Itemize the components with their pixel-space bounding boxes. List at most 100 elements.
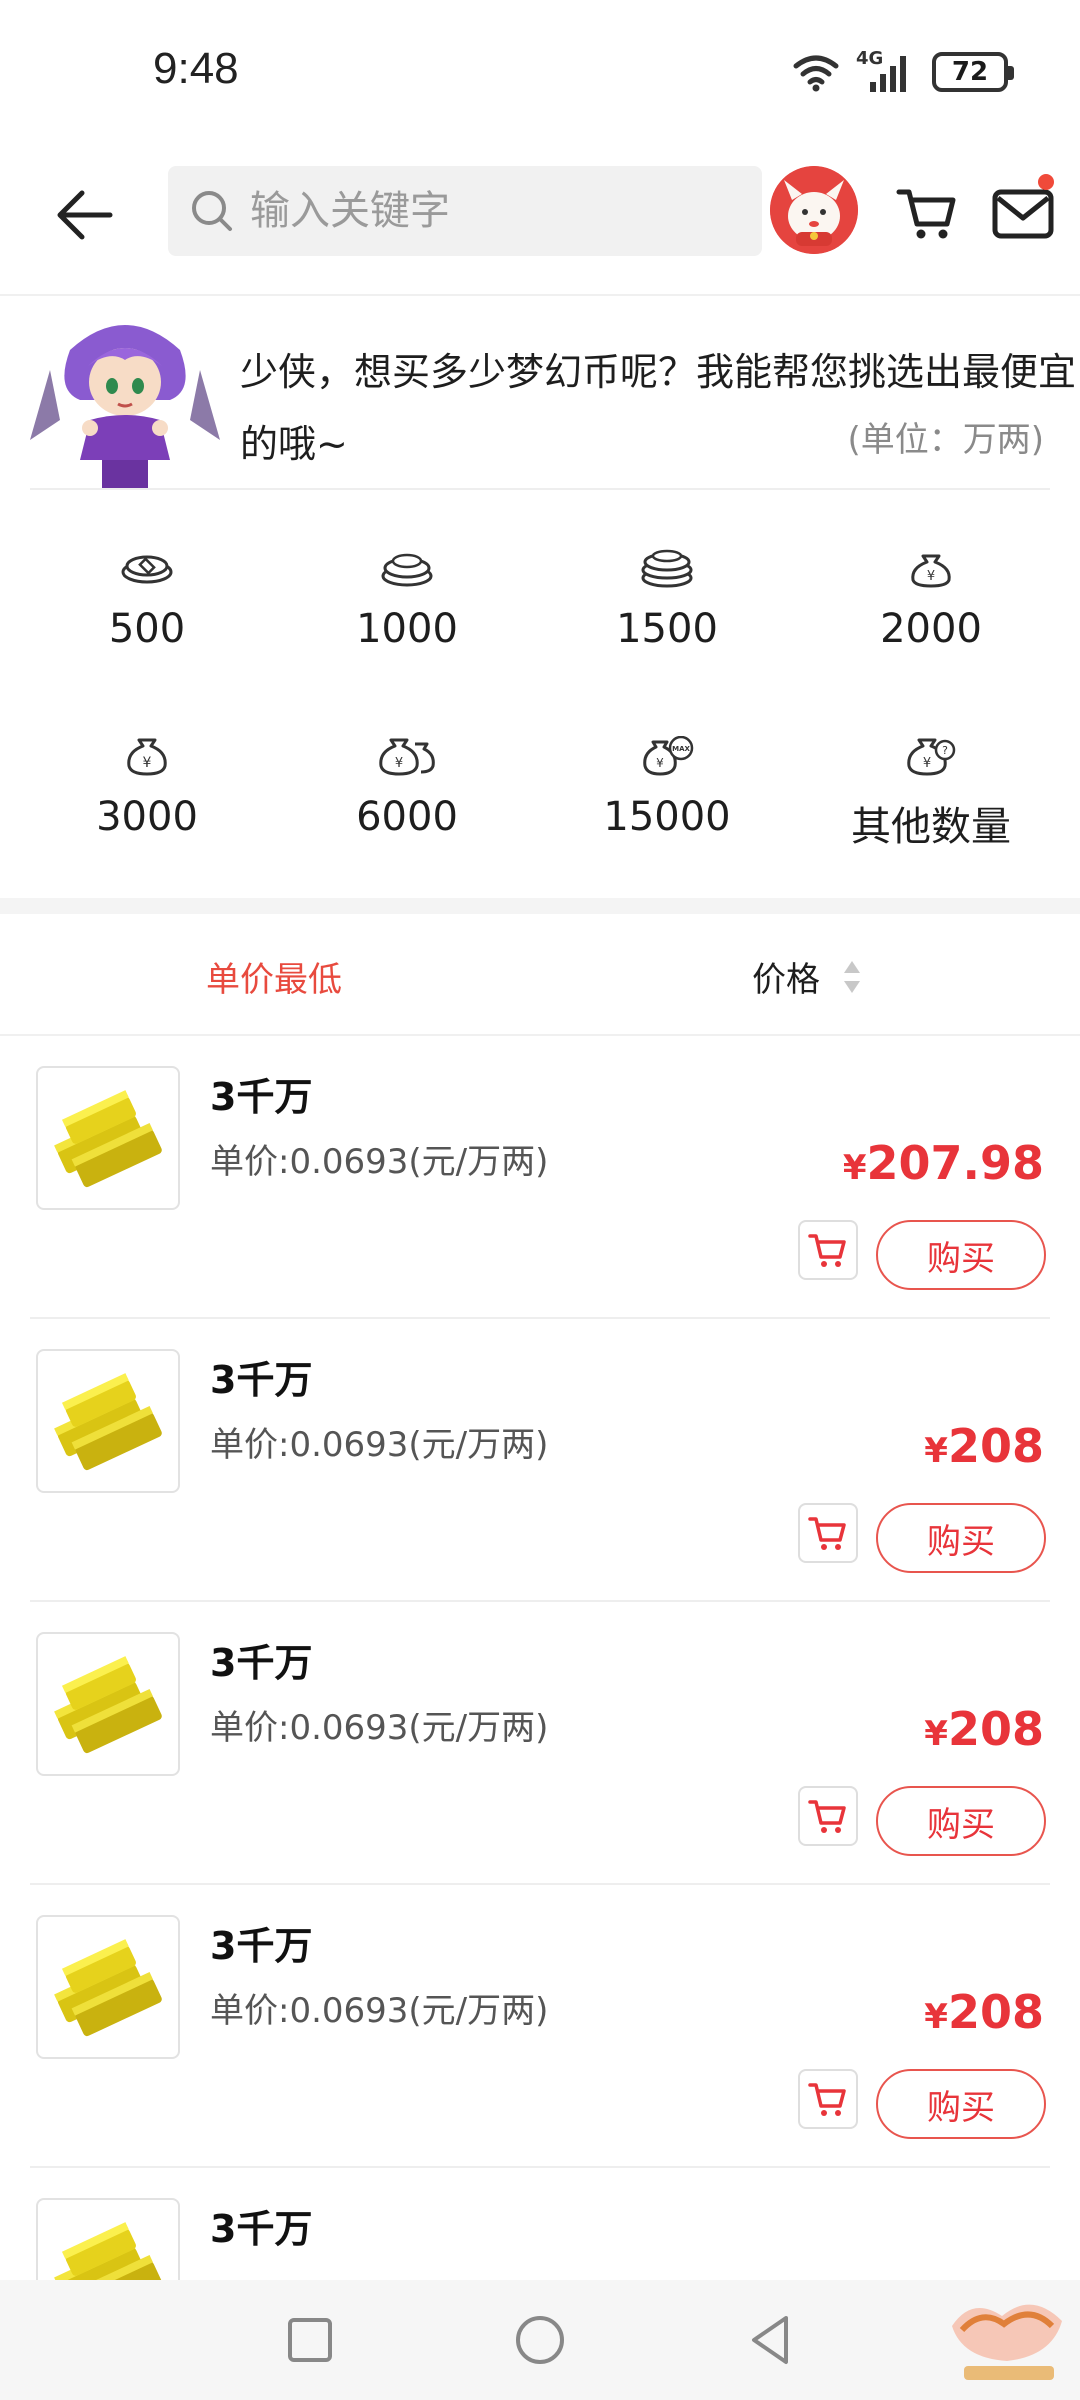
money-bag-icon: ¥ bbox=[911, 554, 951, 588]
amount-grid: 500 1000 1500 ¥ 2000 ¥ 3000 ¥ 6000 ¥ MAX… bbox=[0, 500, 1080, 900]
search-input[interactable] bbox=[250, 188, 730, 234]
product-thumbnail[interactable] bbox=[36, 1066, 180, 1210]
amount-label: 1500 bbox=[616, 606, 718, 652]
home-button[interactable] bbox=[510, 2310, 570, 2370]
status-time: 9:48 bbox=[153, 44, 239, 93]
add-to-cart-button[interactable] bbox=[798, 1503, 858, 1563]
offer-title: 3千万 bbox=[210, 1075, 313, 1119]
amount-option-2000[interactable]: ¥ 2000 bbox=[796, 548, 1066, 708]
buy-button[interactable]: 购买 bbox=[876, 1220, 1046, 1290]
notification-dot bbox=[1038, 174, 1054, 190]
yuan-bags-icon: ¥ bbox=[379, 738, 435, 776]
circle-icon bbox=[516, 2316, 564, 2364]
amount-label: 2000 bbox=[880, 606, 982, 652]
offer-item[interactable]: 3千万 bbox=[0, 2168, 1080, 2280]
offer-item[interactable]: 3千万单价:0.0693(元/万两) ¥207.98 购买 bbox=[0, 1036, 1080, 1319]
amount-option-500[interactable]: 500 bbox=[12, 548, 282, 708]
price-value: 208 bbox=[947, 1419, 1044, 1473]
question-bag-icon: ¥ ? bbox=[907, 738, 956, 776]
status-icons: 4G 72 bbox=[792, 48, 1014, 96]
amount-option-1500[interactable]: 1500 bbox=[532, 548, 802, 708]
product-thumbnail[interactable] bbox=[36, 1349, 180, 1493]
offer-price: ¥207.98 bbox=[843, 1136, 1044, 1190]
cell-signal: 4G bbox=[856, 48, 916, 94]
offer-unit-price: 单价:0.0693(元/万两) bbox=[210, 1991, 549, 2031]
cart-icon bbox=[896, 189, 956, 239]
product-thumbnail[interactable] bbox=[36, 2198, 180, 2280]
add-to-cart-button[interactable] bbox=[798, 2069, 858, 2129]
amount-option-6000[interactable]: ¥ 6000 bbox=[272, 736, 542, 896]
add-to-cart-button[interactable] bbox=[798, 1220, 858, 1280]
square-icon bbox=[288, 2318, 332, 2362]
signal-icon bbox=[870, 56, 906, 92]
offer-unit-price: 单价:0.0693(元/万两) bbox=[210, 1142, 549, 1182]
buy-button[interactable]: 购买 bbox=[876, 1786, 1046, 1856]
price-value: 208 bbox=[947, 1702, 1044, 1756]
unit-note: (单位：万两) bbox=[847, 420, 1044, 460]
offer-price: ¥208 bbox=[924, 1702, 1044, 1756]
buy-button[interactable]: 购买 bbox=[876, 1503, 1046, 1573]
currency-symbol: ¥ bbox=[842, 1148, 867, 1188]
max-bag-icon: ¥ MAX bbox=[643, 736, 694, 776]
offer-unit-price: 单价:0.0693(元/万两) bbox=[210, 1425, 549, 1465]
coins-stack-icon bbox=[381, 553, 433, 587]
character-illustration bbox=[30, 325, 220, 488]
add-to-cart-icon bbox=[808, 1234, 846, 1267]
back-nav-button[interactable] bbox=[740, 2310, 800, 2370]
amount-option-3000[interactable]: ¥ 3000 bbox=[12, 736, 282, 896]
product-thumbnail[interactable] bbox=[36, 1915, 180, 2059]
offer-title: 3千万 bbox=[210, 1358, 313, 1402]
yuan-bag-icon: ¥ bbox=[127, 738, 167, 776]
svg-text:¥: ¥ bbox=[923, 756, 931, 771]
svg-text:MAX: MAX bbox=[672, 745, 690, 753]
add-to-cart-button[interactable] bbox=[798, 1786, 858, 1846]
amount-option-other[interactable]: ¥ ? 其他数量 bbox=[796, 736, 1066, 896]
system-nav-bar bbox=[0, 2280, 1080, 2400]
amount-option-1000[interactable]: 1000 bbox=[272, 548, 542, 708]
offer-price: ¥208 bbox=[924, 1419, 1044, 1473]
game-logo-watermark bbox=[952, 2304, 1062, 2380]
cart-button[interactable] bbox=[895, 180, 961, 246]
recent-apps-button[interactable] bbox=[280, 2310, 340, 2370]
coins-small-icon bbox=[121, 555, 173, 584]
amount-label: 6000 bbox=[356, 794, 458, 840]
amount-option-15000[interactable]: ¥ MAX 15000 bbox=[532, 736, 802, 896]
product-thumbnail[interactable] bbox=[36, 1632, 180, 1776]
amount-label: 15000 bbox=[603, 794, 731, 840]
offer-item[interactable]: 3千万 单价:0.0693(元/万两) ¥208 购买 bbox=[0, 1602, 1080, 1885]
buy-button[interactable]: 购买 bbox=[876, 2069, 1046, 2139]
intro-banner: 少侠，想买多少梦幻币呢？我能帮您挑选出最便宜的哦~ (单位：万两) bbox=[30, 300, 1076, 490]
add-to-cart-icon bbox=[808, 2083, 846, 2116]
search-bar[interactable] bbox=[168, 166, 762, 256]
sort-lowest-unit-price[interactable]: 单价最低 bbox=[206, 952, 342, 1001]
back-button[interactable] bbox=[50, 180, 120, 250]
sort-by-price[interactable]: 价格 bbox=[752, 952, 862, 1001]
gold-bars-icon bbox=[54, 1090, 162, 1188]
price-value: 207.98 bbox=[866, 1136, 1044, 1190]
offer-title: 3千万 bbox=[210, 1924, 313, 1968]
avatar[interactable] bbox=[770, 166, 858, 254]
gold-bars-icon bbox=[54, 2222, 162, 2280]
amount-label: 3000 bbox=[96, 794, 198, 840]
header bbox=[0, 150, 1080, 296]
triangle-back-icon bbox=[752, 2316, 788, 2364]
wifi-icon bbox=[793, 55, 839, 92]
add-to-cart-icon bbox=[808, 1800, 846, 1833]
sort-bar: 单价最低 价格 bbox=[0, 914, 1080, 1036]
svg-text:¥: ¥ bbox=[143, 755, 152, 771]
battery-level: 72 bbox=[951, 57, 989, 87]
gold-bars-icon bbox=[54, 1939, 162, 2037]
status-bar: 9:48 4G 72 bbox=[0, 0, 1080, 140]
offer-item[interactable]: 3千万 单价:0.0693(元/万两) ¥208 购买 bbox=[0, 1885, 1080, 2168]
svg-text:¥: ¥ bbox=[656, 756, 664, 770]
battery-indicator: 72 bbox=[932, 52, 1014, 92]
offer-unit-price: 单价:0.0693(元/万两) bbox=[210, 1708, 549, 1748]
gold-bars-icon bbox=[54, 1373, 162, 1471]
svg-text:?: ? bbox=[942, 744, 948, 757]
currency-symbol: ¥ bbox=[924, 1431, 948, 1471]
currency-symbol: ¥ bbox=[924, 1714, 948, 1754]
offer-item[interactable]: 3千万单价:0.0693(元/万两) ¥208 购买 bbox=[0, 1319, 1080, 1602]
offer-list: 3千万 单价:0.0693(元/万两) ¥207.98 购买 3千万 单价:0.069… bbox=[0, 1036, 1080, 2280]
price-value: 208 bbox=[947, 1985, 1044, 2039]
coins-tall-stack-icon bbox=[641, 549, 693, 588]
